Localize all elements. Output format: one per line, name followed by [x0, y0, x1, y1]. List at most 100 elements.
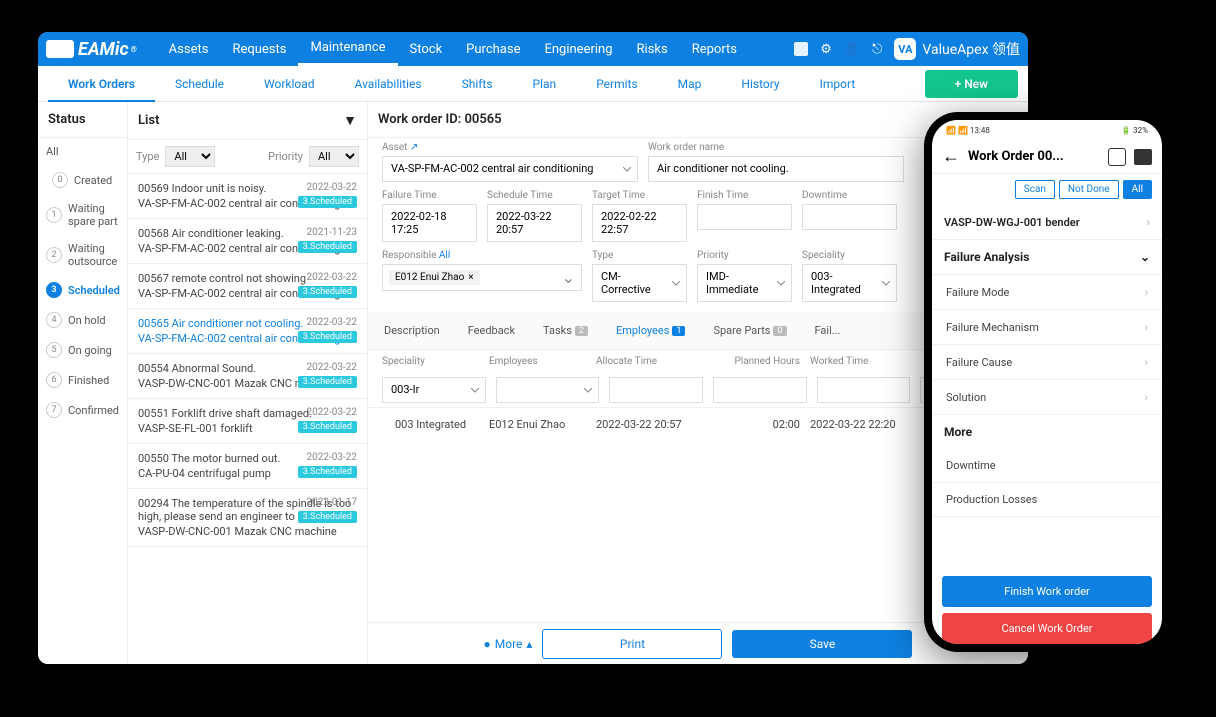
type-filter[interactable]: All	[165, 146, 215, 167]
finish-time-input[interactable]	[697, 204, 792, 230]
more-button[interactable]: ● More ▴	[484, 637, 533, 651]
new-button[interactable]: + New	[925, 70, 1018, 98]
tab-employees[interactable]: Employees 1	[614, 318, 687, 343]
phone-row-failure-mode[interactable]: Failure Mode›	[932, 275, 1162, 310]
list-item[interactable]: 00554 Abnormal Sound.VASP-DW-CNC-001 Maz…	[128, 354, 367, 399]
save-button[interactable]: Save	[732, 630, 912, 658]
phone-tab-scan[interactable]: Scan	[1015, 180, 1055, 199]
phone-status-bar: 📶 📶 13:48🔋 32%	[932, 120, 1162, 140]
finish-button[interactable]: Finish Work order	[942, 576, 1152, 607]
speciality-select[interactable]: 003-Integrated	[802, 264, 897, 302]
priority-select[interactable]: IMD-Immediate	[697, 264, 792, 302]
list-item[interactable]: 00568 Air conditioner leaking.VA-SP-FM-A…	[128, 219, 367, 264]
print-button[interactable]: Print	[542, 629, 722, 659]
tab-feedback[interactable]: Feedback	[466, 318, 517, 343]
chat-icon[interactable]	[1134, 149, 1152, 165]
status-waiting-outsource[interactable]: 2Waiting outsource	[38, 235, 127, 275]
subnav-work-orders[interactable]: Work Orders	[48, 66, 155, 102]
chevron-down-icon[interactable]: ⌄	[562, 268, 575, 287]
phone-row-downtime[interactable]: Downtime	[932, 449, 1162, 483]
priority-filter[interactable]: All	[309, 146, 359, 167]
downtime-input[interactable]	[802, 204, 897, 230]
subnav-schedule[interactable]: Schedule	[155, 66, 244, 102]
phone-asset-row[interactable]: VASP-DW-WGJ-001 bender›	[932, 205, 1162, 240]
nav-risks[interactable]: Risks	[625, 34, 680, 65]
subnav-plan[interactable]: Plan	[513, 66, 577, 102]
tab-tasks[interactable]: Tasks 2	[541, 318, 590, 343]
filter-icon[interactable]: ▼	[343, 112, 357, 129]
list-header: List ▼	[128, 102, 367, 140]
list-item[interactable]: 00294 The temperature of the spindle is …	[128, 489, 367, 547]
edit-icon[interactable]	[1108, 148, 1126, 166]
subnav-permits[interactable]: Permits	[576, 66, 657, 102]
cancel-button[interactable]: Cancel Work Order	[942, 613, 1152, 644]
chevron-down-icon: ⌄	[1140, 250, 1150, 264]
remove-icon[interactable]: ×	[468, 272, 473, 283]
nav-requests[interactable]: Requests	[220, 34, 298, 65]
phone-section-failure[interactable]: Failure Analysis⌄	[932, 240, 1162, 275]
status-on-hold[interactable]: 4On hold	[38, 305, 127, 335]
status-on-going[interactable]: 5On going	[38, 335, 127, 365]
subnav-history[interactable]: History	[721, 66, 799, 102]
phone-row-failure-mechanism[interactable]: Failure Mechanism›	[932, 310, 1162, 345]
status-created[interactable]: 0Created	[38, 165, 127, 195]
list-item[interactable]: 00565 Air conditioner not cooling.VA-SP-…	[128, 309, 367, 354]
nav-reports[interactable]: Reports	[680, 34, 749, 65]
phone-title: Work Order 00...	[968, 149, 1100, 164]
chevron-right-icon: ›	[1146, 215, 1150, 229]
type-select[interactable]: CM-Corrective	[592, 264, 687, 302]
subnav-workload[interactable]: Workload	[244, 66, 335, 102]
tab-spare-parts[interactable]: Spare Parts 0	[711, 318, 788, 343]
nav-purchase[interactable]: Purchase	[454, 34, 532, 65]
phone-tab-not-done[interactable]: Not Done	[1059, 180, 1119, 199]
target-time-input[interactable]: 2022-02-22 22:57	[592, 204, 687, 242]
nav-stock[interactable]: Stock	[398, 34, 455, 65]
status-scheduled[interactable]: 3Scheduled	[38, 275, 127, 305]
schedule-time-input[interactable]: 2022-03-22 20:57	[487, 204, 582, 242]
top-bar: EAMic® Assets Requests Maintenance Stock…	[38, 32, 1028, 66]
nav-maintenance[interactable]: Maintenance	[298, 32, 397, 66]
cloud-icon	[46, 40, 74, 58]
subnav-shifts[interactable]: Shifts	[442, 66, 513, 102]
status-column: Status All 0Created1Waiting spare part2W…	[38, 102, 128, 664]
emp-worked-time-filter[interactable]	[817, 377, 911, 403]
sub-nav: Work Orders Schedule Workload Availabili…	[38, 66, 1028, 102]
tab-fail[interactable]: Fail...	[813, 318, 843, 343]
failure-time-input[interactable]: 2022-02-18 17:25	[382, 204, 477, 242]
list-item[interactable]: 00567 remote control not showingVA-SP-FM…	[128, 264, 367, 309]
wo-name-input[interactable]: Air conditioner not cooling.	[648, 156, 904, 182]
status-waiting-spare-part[interactable]: 1Waiting spare part	[38, 195, 127, 235]
responsible-input[interactable]: E012 Enui Zhao× ⌄	[382, 264, 582, 291]
phone-more-header: More	[932, 415, 1162, 449]
subnav-import[interactable]: Import	[800, 66, 876, 102]
list-item[interactable]: 00569 Indoor unit is noisy.VA-SP-FM-AC-0…	[128, 174, 367, 219]
emp-planned-filter[interactable]	[713, 377, 807, 403]
nav-assets[interactable]: Assets	[157, 34, 221, 65]
status-finished[interactable]: 6Finished	[38, 365, 127, 395]
back-icon[interactable]: ←	[942, 146, 960, 167]
emp-speciality-filter[interactable]: 003-Ir	[382, 377, 486, 403]
logout-icon[interactable]: ⎋	[872, 42, 882, 57]
phone-row-failure-cause[interactable]: Failure Cause›	[932, 345, 1162, 380]
emp-employee-filter[interactable]	[496, 377, 600, 403]
asset-select[interactable]: VA-SP-FM-AC-002 central air conditioning	[382, 156, 638, 182]
brand-badge-icon: VA	[894, 38, 916, 60]
gear-icon[interactable]: ⚙	[820, 42, 832, 57]
chat-icon[interactable]	[794, 42, 808, 56]
list-column: List ▼ Type All Priority All 00569 Indoo…	[128, 102, 368, 664]
subnav-map[interactable]: Map	[658, 66, 722, 102]
subnav-availabilities[interactable]: Availabilities	[335, 66, 442, 102]
list-item[interactable]: 00551 Forklift drive shaft damaged.VASP-…	[128, 399, 367, 444]
emp-allocate-filter[interactable]	[609, 377, 703, 403]
status-confirmed[interactable]: 7Confirmed	[38, 395, 127, 425]
phone-row-solution[interactable]: Solution›	[932, 380, 1162, 415]
user-icon[interactable]: 👤	[844, 42, 860, 57]
list-item[interactable]: 00550 The motor burned out.CA-PU-04 cent…	[128, 444, 367, 489]
status-all[interactable]: All	[38, 138, 127, 165]
phone-tab-all[interactable]: All	[1123, 180, 1152, 199]
nav-engineering[interactable]: Engineering	[532, 34, 624, 65]
phone-row-production-losses[interactable]: Production Losses	[932, 483, 1162, 517]
logo: EAMic®	[46, 39, 137, 60]
tab-description[interactable]: Description	[382, 318, 442, 343]
external-link-icon[interactable]: ↗	[410, 142, 418, 153]
